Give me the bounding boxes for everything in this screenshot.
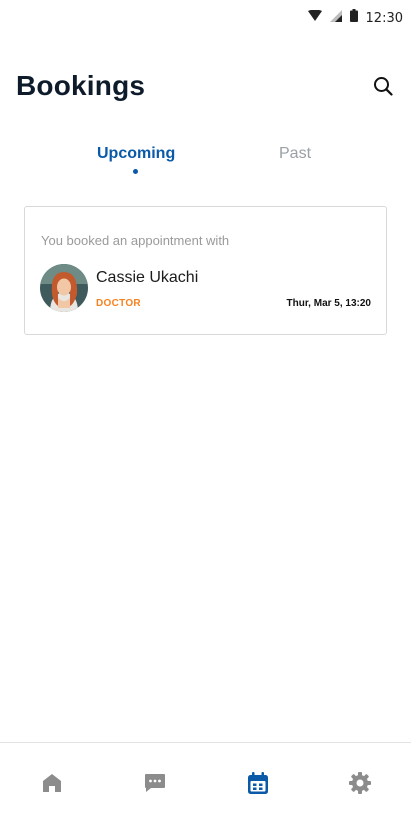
booking-date: Thur, Mar 5, 13:20 [286, 298, 371, 309]
doctor-role-label: DOCTOR [96, 298, 141, 309]
avatar [40, 264, 88, 312]
battery-icon [349, 9, 358, 27]
status-bar: 12:30 [0, 0, 411, 36]
signal-icon [329, 9, 342, 27]
home-icon [42, 773, 62, 798]
booking-tabs: Upcoming Past [0, 145, 411, 177]
tab-past[interactable]: Past [279, 145, 311, 163]
chat-icon [144, 773, 166, 798]
search-button[interactable] [371, 76, 395, 100]
booking-intro-text: You booked an appointment with [41, 233, 230, 248]
status-icons: 12:30 [307, 9, 403, 27]
doctor-name: Cassie Ukachi [96, 269, 199, 286]
settings-icon [349, 771, 371, 799]
active-tab-indicator [133, 169, 138, 174]
nav-messages-button[interactable] [143, 773, 167, 797]
wifi-icon [307, 9, 322, 27]
tab-upcoming[interactable]: Upcoming [97, 145, 175, 163]
nav-home-button[interactable] [40, 773, 64, 797]
search-icon [373, 76, 393, 101]
nav-settings-button[interactable] [348, 771, 372, 799]
nav-bookings-button[interactable] [246, 771, 270, 799]
calendar-icon [248, 771, 268, 799]
bottom-navigation [0, 742, 411, 823]
page-title: Bookings [16, 70, 146, 101]
booking-card[interactable]: You booked an appointment with Cassie Uk… [24, 206, 387, 335]
status-time: 12:30 [365, 10, 403, 26]
